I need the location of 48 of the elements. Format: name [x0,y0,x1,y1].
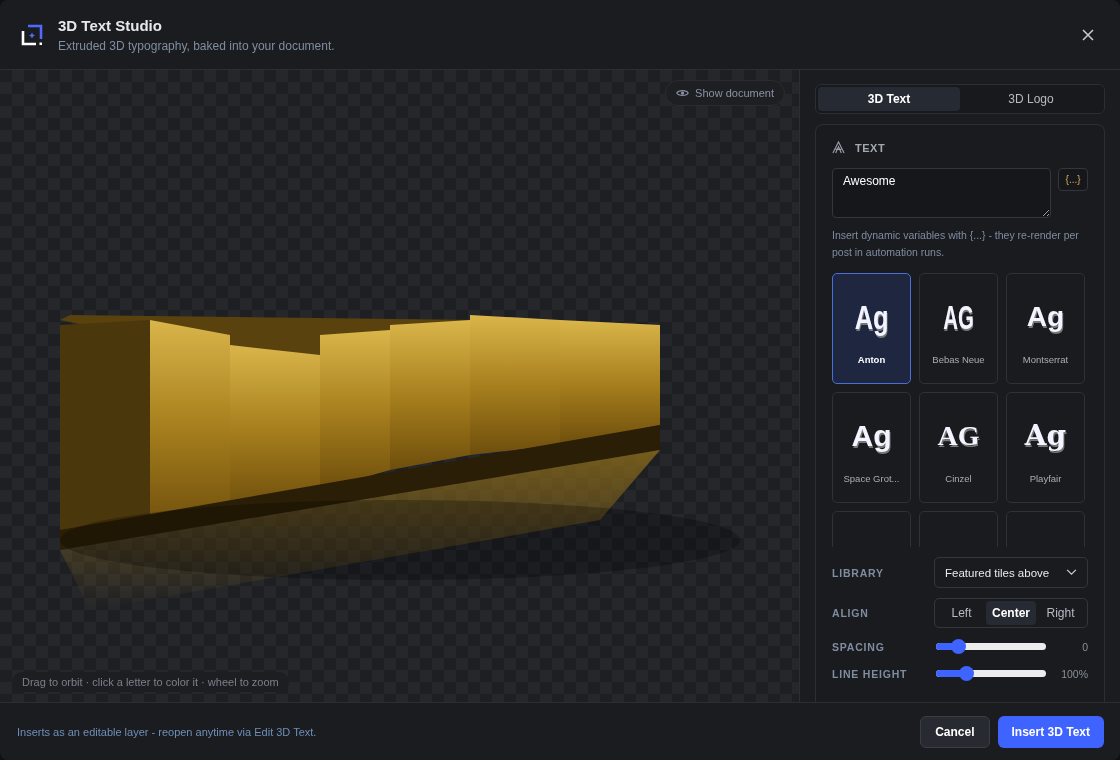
dialog-title: 3D Text Studio [58,16,163,34]
insert-button[interactable]: Insert 3D Text [997,715,1104,748]
font-name: Montserrat [1022,354,1069,365]
eye-icon [676,88,690,98]
align-label: ALIGN [832,607,870,619]
font-name: Anton [857,354,886,365]
slider-label: LINE HEIGHT [832,667,909,680]
font-name: Bebas Neue [932,354,985,365]
font-tile[interactable]: AG Cinzel [919,392,998,503]
variables-button[interactable]: {...} [1058,168,1088,191]
close-icon[interactable] [1082,28,1094,41]
slider-thumb[interactable] [951,639,967,654]
align-option[interactable]: Right [1036,601,1085,625]
library-label: LIBRARY [832,566,885,579]
font-preview: Ag [851,418,892,454]
section-heading: TEXT [855,141,886,154]
chevron-down-icon [1066,569,1077,576]
font-tile[interactable]: Ag Anton [832,273,911,384]
help-text: Insert dynamic variables with {...} - they re-render per post in automation runs. [832,228,1080,260]
font-preview: AG [943,297,974,338]
font-tile[interactable]: Ag Space Grot... [832,392,911,503]
font-name: Space Grot... [843,473,900,484]
font-icon [832,141,845,154]
font-preview: Ag [854,297,889,338]
font-preview: Ag [1026,300,1065,334]
slider-label: SPACING [832,640,886,653]
font-tile[interactable]: AG Bebas Neue [919,273,998,384]
mode-tab[interactable]: 3D Text [818,87,960,111]
font-tile[interactable]: Ag Playfair [1006,392,1085,503]
mode-tab[interactable]: 3D Logo [960,87,1102,111]
dialog-subtitle: Extruded 3D typography, baked into your document. [58,38,336,53]
orbit-hint: Drag to orbit · click a letter to color it · wheel to zoom [12,672,289,692]
font-preview: Ag [1024,418,1067,454]
app-logo-icon [20,22,44,47]
library-dropdown[interactable]: Featured tiles above [934,557,1088,588]
align-option[interactable]: Left [937,601,986,625]
slider-value: 0 [1081,640,1088,653]
font-name: Playfair [1029,473,1062,484]
cancel-button[interactable]: Cancel [920,715,990,748]
text-input[interactable]: Awesome [832,168,1052,218]
font-tile[interactable]: Ag Montserrat [1006,273,1085,384]
slider-value: 100% [1060,667,1088,680]
align-option[interactable]: Center [986,601,1036,625]
slider-thumb[interactable] [958,666,974,681]
show-document-button[interactable]: Show document [665,80,785,106]
footer-note: Inserts as an editable layer - reopen anytime via Edit 3D Text. [17,725,318,738]
font-preview: AG [937,419,980,453]
font-name: Cinzel [945,473,972,484]
